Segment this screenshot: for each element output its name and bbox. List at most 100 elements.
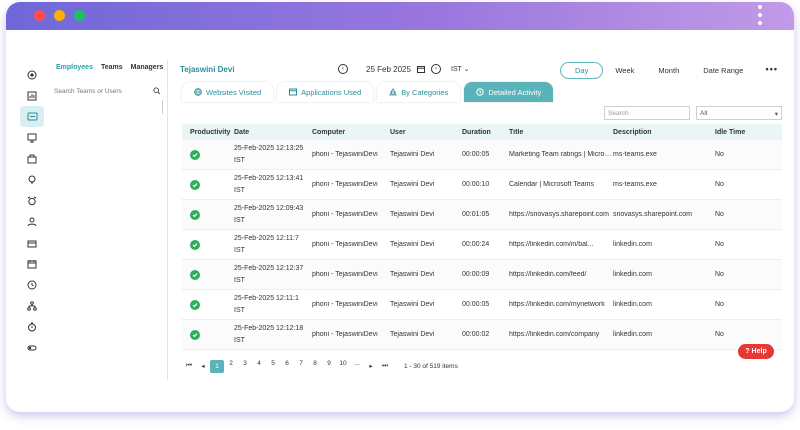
- table-row[interactable]: 25-Feb-2025 12:11:1 IST phoni - TejaswiniD…: [182, 290, 782, 320]
- user-icon[interactable]: [20, 211, 44, 232]
- first-page-icon[interactable]: ⏮: [182, 362, 196, 370]
- computer-cell: phoni - TejaswiniDevi: [312, 181, 378, 188]
- user-cell: Tejaswini Devi: [390, 241, 435, 248]
- col-computer[interactable]: Computer: [312, 129, 390, 136]
- col-description[interactable]: Description: [613, 129, 715, 136]
- alarm-icon[interactable]: [20, 190, 44, 211]
- last-page-icon[interactable]: ⏭: [378, 362, 392, 370]
- table-row[interactable]: 25-Feb-2025 12:13:25 IST phoni - Tejaswini…: [182, 140, 782, 170]
- activity-tabs: Websites Visited Applications Used By Ca…: [182, 82, 782, 102]
- calendar-icon[interactable]: [20, 253, 44, 274]
- date-value: 25-Feb-2025 12:12:18: [234, 324, 304, 332]
- col-duration[interactable]: Duration: [462, 129, 509, 136]
- calendar-icon[interactable]: [416, 65, 425, 73]
- table-row[interactable]: 25-Feb-2025 12:13:41 IST phoni - Tejaswini…: [182, 170, 782, 200]
- table-header: Productivity Date Computer User Duration…: [182, 124, 782, 140]
- title-cell: https://snovasys.sharepoint.com: [509, 211, 609, 218]
- page-button[interactable]: 8: [308, 360, 322, 373]
- productivity-cell: [182, 239, 234, 250]
- col-date[interactable]: Date: [234, 129, 312, 136]
- description-cell: linkedin.com: [613, 301, 652, 308]
- close-dot[interactable]: [34, 10, 45, 21]
- duration-cell: 00:00:05: [462, 301, 490, 308]
- col-productivity[interactable]: Productivity: [182, 129, 234, 136]
- pagination: ⏮ ◂ 1 2 3 4 5 6 7 8 9 10... ▸ ⏭ 1 - 30 of 519 ite…: [182, 358, 782, 374]
- table-row[interactable]: 25-Feb-2025 12:11:7 IST phoni - TejaswiniD…: [182, 230, 782, 260]
- period-week[interactable]: Week: [603, 62, 646, 79]
- period-day[interactable]: Day: [560, 62, 604, 79]
- col-idle-time[interactable]: Idle Time: [715, 129, 775, 136]
- tab-by-categories[interactable]: By Categories: [377, 82, 461, 102]
- check-circle-icon: [190, 209, 200, 220]
- window-menu-icon[interactable]: [758, 5, 762, 29]
- page-button[interactable]: 7: [294, 360, 308, 373]
- page-button[interactable]: 10: [336, 360, 350, 373]
- duration-cell: 00:00:10: [462, 181, 490, 188]
- table-row[interactable]: 25-Feb-2025 12:12:18 IST phoni - Tejaswini…: [182, 320, 782, 350]
- lightbulb-icon[interactable]: [20, 169, 44, 190]
- user-cell: Tejaswini Devi: [390, 151, 435, 158]
- more-options-icon[interactable]: •••: [766, 64, 778, 74]
- chart-icon[interactable]: [20, 85, 44, 106]
- page-button[interactable]: 6: [280, 360, 294, 373]
- page-list: 1 2 3 4 5 6 7 8 9 10...: [210, 359, 364, 373]
- next-date-icon[interactable]: ›: [430, 64, 441, 74]
- idle-time-cell: No: [715, 151, 724, 158]
- clock-icon[interactable]: [20, 274, 44, 295]
- date-value: 25-Feb-2025 12:13:25: [234, 144, 304, 152]
- bag-icon[interactable]: [20, 232, 44, 253]
- timer-icon[interactable]: [20, 316, 44, 337]
- description-cell: ms-teams.exe: [613, 181, 657, 188]
- page-button[interactable]: 3: [238, 360, 252, 373]
- computer-cell: phoni - TejaswiniDevi: [312, 151, 378, 158]
- tab-websites-visited[interactable]: Websites Visited: [182, 82, 274, 102]
- tab-teams[interactable]: Teams: [101, 64, 123, 71]
- user-cell: Tejaswini Devi: [390, 331, 435, 338]
- page-button[interactable]: 9: [322, 360, 336, 373]
- page-button[interactable]: ...: [350, 360, 364, 373]
- duration-cell: 00:00:24: [462, 241, 490, 248]
- prev-date-icon[interactable]: ‹: [338, 64, 348, 74]
- idle-time-cell: No: [715, 181, 724, 188]
- filter-select[interactable]: All ▾: [696, 106, 782, 120]
- timezone-select[interactable]: IST ⌄: [451, 65, 470, 73]
- tab-applications-used[interactable]: Applications Used: [277, 82, 374, 102]
- scrollbar[interactable]: [162, 100, 163, 114]
- top-bar: Tejaswini Devi ‹ 25 Feb 2025 › IST ⌄ Day…: [174, 60, 786, 80]
- table-row[interactable]: 25-Feb-2025 12:12:37 IST phoni - Tejaswini…: [182, 260, 782, 290]
- monitor-icon[interactable]: [20, 127, 44, 148]
- tab-managers[interactable]: Managers: [131, 64, 164, 71]
- productivity-cell: [182, 269, 234, 280]
- org-chart-icon[interactable]: [20, 295, 44, 316]
- tab-detailed-activity[interactable]: Detailed Activity: [464, 82, 554, 102]
- briefcase-icon[interactable]: [20, 148, 44, 169]
- page-button[interactable]: 1: [210, 359, 224, 373]
- maximize-dot[interactable]: [74, 10, 85, 21]
- ticket-icon[interactable]: [20, 106, 44, 127]
- user-cell: Tejaswini Devi: [390, 211, 435, 218]
- idle-time-cell: No: [715, 301, 724, 308]
- help-button[interactable]: ? Help: [738, 344, 774, 359]
- duration-cell: 00:01:05: [462, 211, 490, 218]
- page-button[interactable]: 2: [224, 360, 238, 373]
- next-page-icon[interactable]: ▸: [364, 362, 378, 370]
- title-cell: Marketing Team ratings | Microsoft Teams: [509, 151, 613, 158]
- toggle-icon[interactable]: [20, 337, 44, 358]
- col-user[interactable]: User: [390, 129, 462, 136]
- prev-page-icon[interactable]: ◂: [196, 362, 210, 370]
- col-title[interactable]: Title: [509, 129, 613, 136]
- table-filters: Search All ▾: [604, 106, 782, 120]
- categories-icon: [389, 88, 398, 96]
- table-row[interactable]: 25-Feb-2025 12:09:43 IST phoni - Tejaswini…: [182, 200, 782, 230]
- team-search-input[interactable]: Search Teams or Users: [54, 84, 161, 98]
- tab-employees[interactable]: Employees: [56, 64, 93, 71]
- timezone-value: IST: [450, 66, 462, 73]
- period-month[interactable]: Month: [646, 62, 691, 79]
- target-icon[interactable]: [20, 64, 44, 85]
- date-tz: IST: [234, 336, 245, 344]
- minimize-dot[interactable]: [54, 10, 65, 21]
- table-search-input[interactable]: Search: [604, 106, 690, 120]
- page-button[interactable]: 4: [252, 360, 266, 373]
- page-button[interactable]: 5: [266, 360, 280, 373]
- period-date-range[interactable]: Date Range: [691, 62, 755, 79]
